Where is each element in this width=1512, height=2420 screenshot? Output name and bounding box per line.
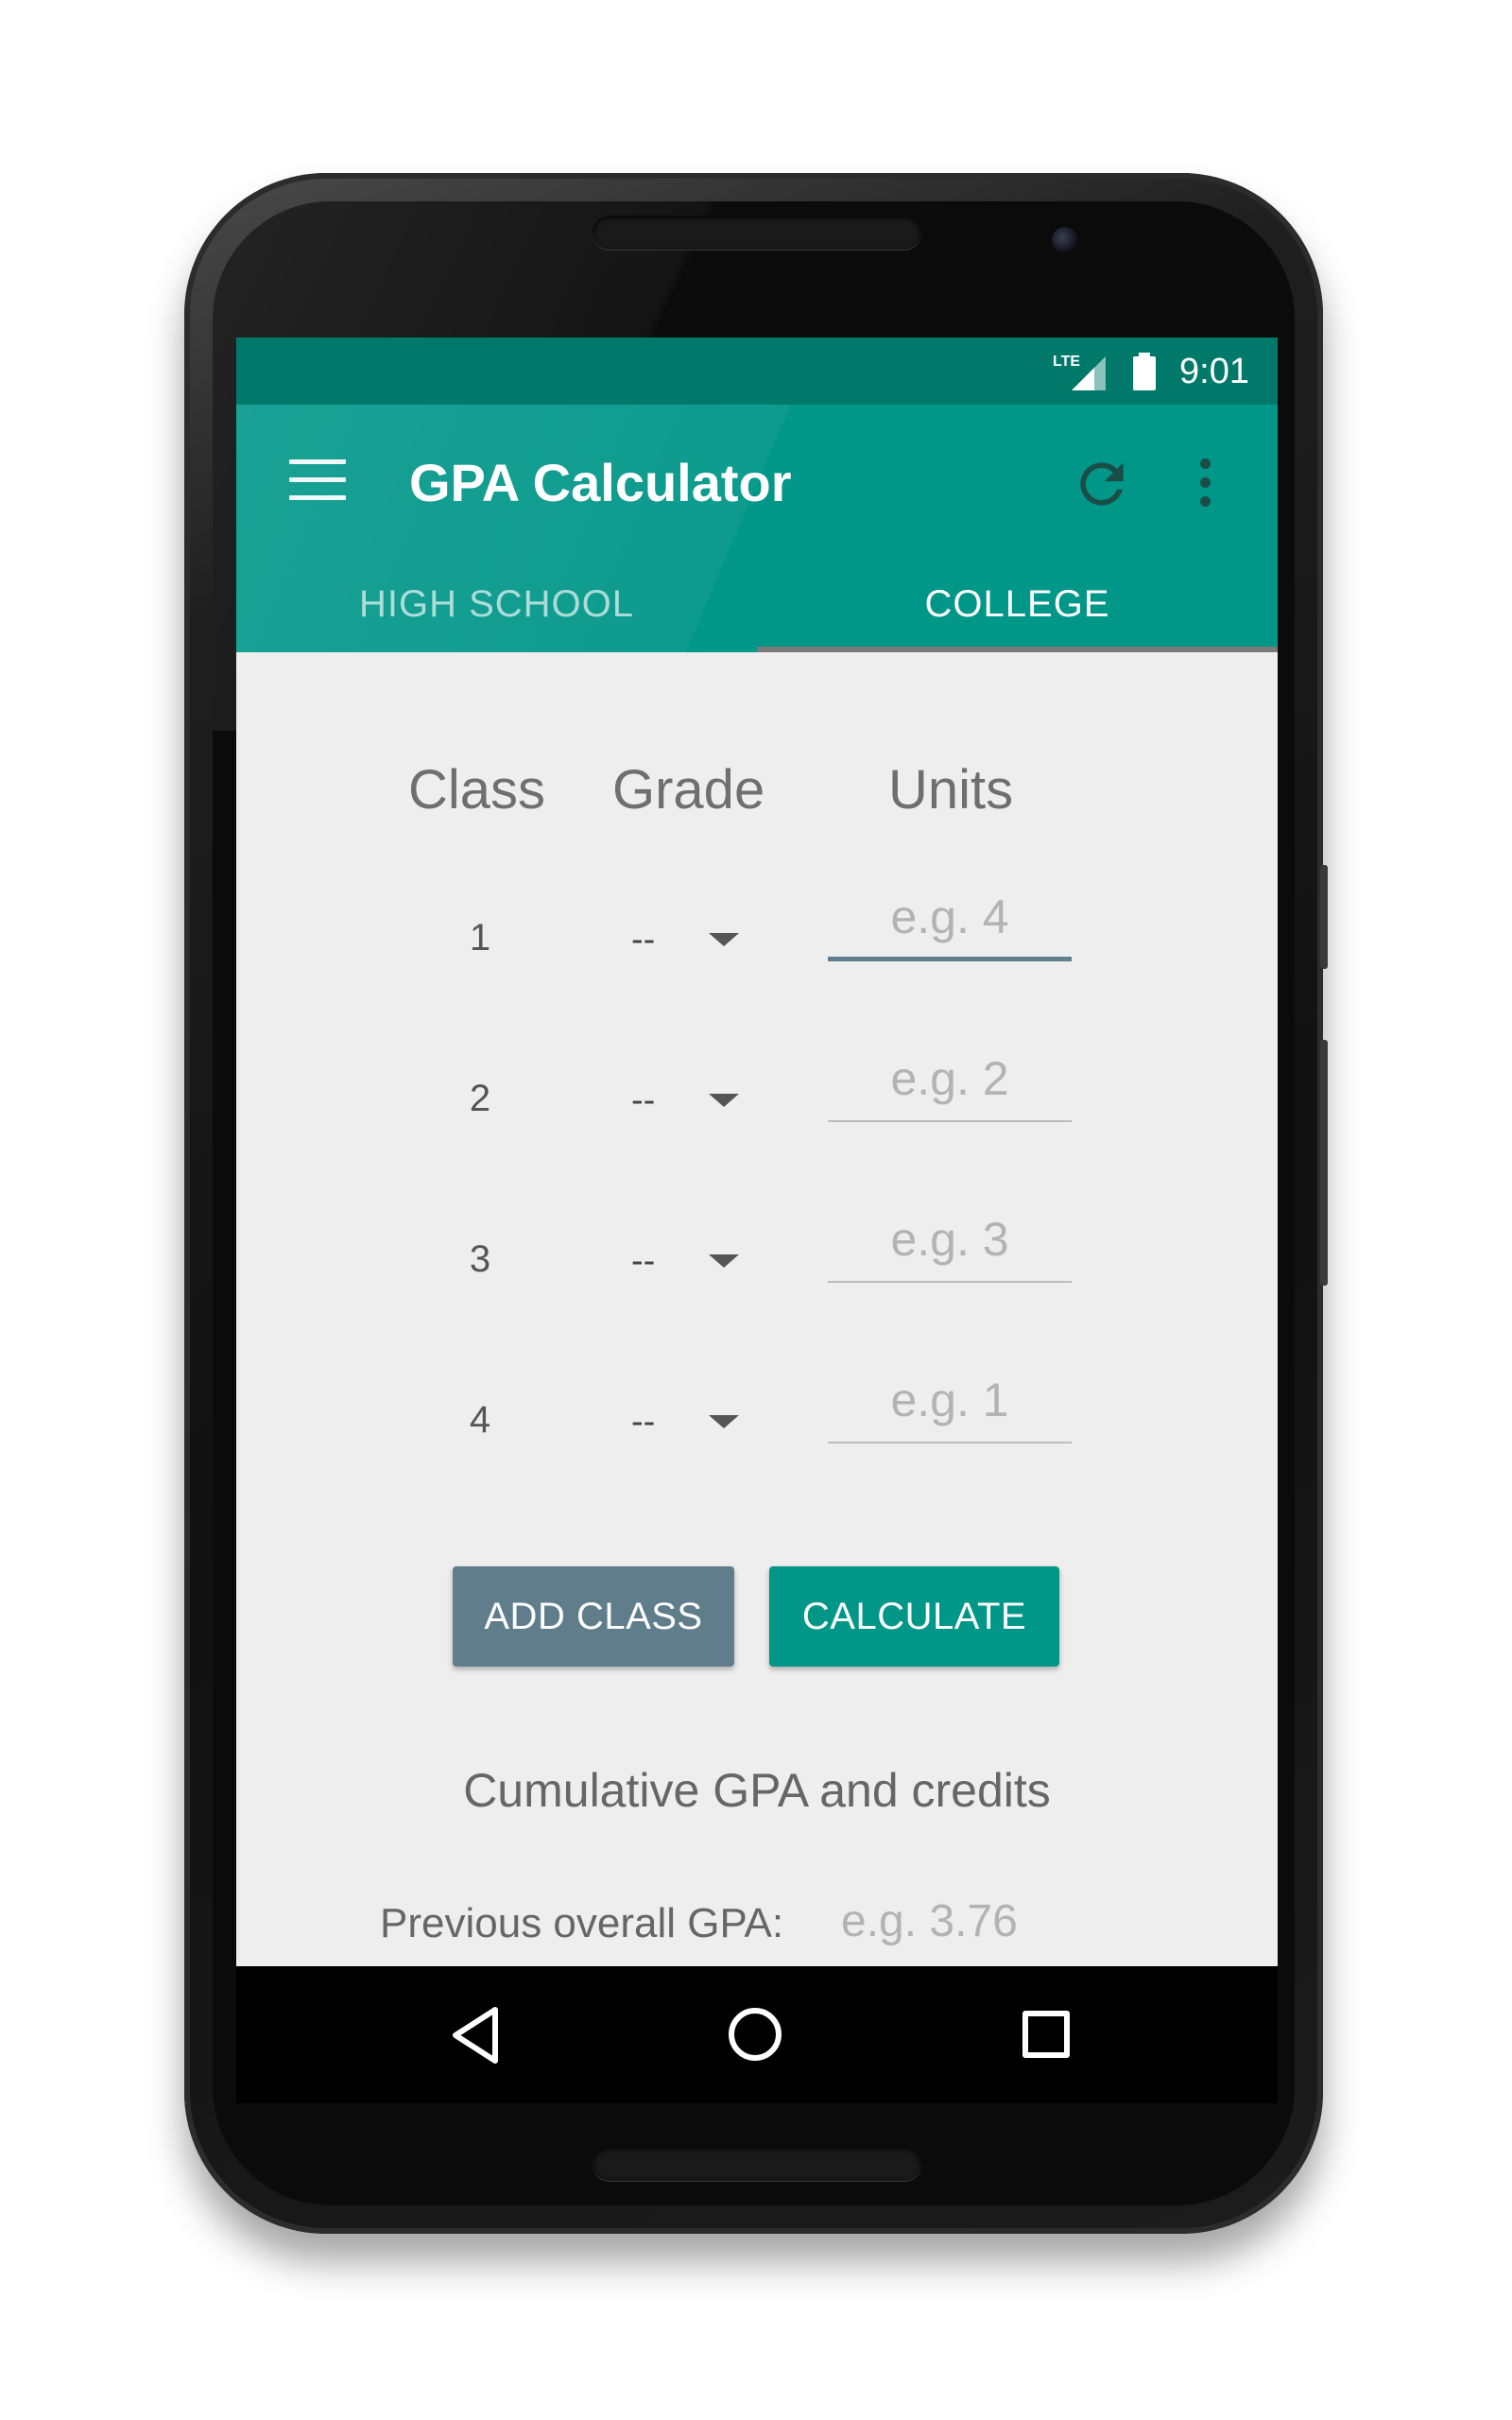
class-number: 4 <box>469 1399 491 1441</box>
app-screen: LTE 9:01 GPA Calculator HIGH SCHOOL COLL… <box>236 337 1278 1966</box>
home-circle-icon[interactable] <box>729 2008 782 2061</box>
dropdown-arrow-icon <box>709 1254 739 1268</box>
column-header-units: Units <box>888 759 1014 821</box>
tab-high-school[interactable]: HIGH SCHOOL <box>236 556 757 652</box>
grade-dropdown[interactable]: -- <box>631 1069 764 1135</box>
more-vert-icon[interactable] <box>1186 450 1224 516</box>
column-header-class: Class <box>408 759 546 821</box>
previous-gpa-input[interactable] <box>841 1888 1068 1954</box>
front-camera <box>1052 227 1078 253</box>
tab-college[interactable]: COLLEGE <box>757 556 1278 652</box>
refresh-icon[interactable] <box>1070 452 1134 516</box>
svg-text:LTE: LTE <box>1053 354 1080 370</box>
units-input[interactable] <box>828 1046 1072 1122</box>
units-input[interactable] <box>828 1368 1072 1443</box>
class-number: 3 <box>469 1238 491 1280</box>
lte-signal-icon: LTE <box>1053 354 1107 390</box>
app-bar: GPA Calculator <box>236 405 1278 556</box>
class-number: 2 <box>469 1078 491 1119</box>
volume-button <box>1320 865 1328 969</box>
back-triangle-icon[interactable] <box>444 2002 510 2068</box>
status-bar: LTE 9:01 <box>236 337 1278 405</box>
column-header-grade: Grade <box>612 759 765 821</box>
add-class-button[interactable]: ADD CLASS <box>453 1566 734 1667</box>
previous-gpa-label: Previous overall GPA: <box>380 1900 784 1946</box>
dropdown-arrow-icon <box>709 1415 739 1428</box>
battery-icon <box>1133 353 1157 390</box>
earpiece-speaker <box>593 216 921 250</box>
app-title: GPA Calculator <box>409 453 792 512</box>
calculate-button[interactable]: CALCULATE <box>769 1566 1059 1667</box>
tab-bar: HIGH SCHOOL COLLEGE <box>236 556 1278 652</box>
system-navigation-bar <box>236 1966 1278 2103</box>
grade-dropdown[interactable]: -- <box>631 1230 764 1296</box>
status-icons: LTE 9:01 <box>1053 351 1249 392</box>
recents-square-icon[interactable] <box>1022 2011 1070 2058</box>
grade-value: -- <box>631 1241 656 1281</box>
cumulative-section-title: Cumulative GPA and credits <box>463 1764 1051 1817</box>
units-input[interactable] <box>828 886 1072 961</box>
units-input[interactable] <box>828 1207 1072 1283</box>
class-number: 1 <box>469 917 491 959</box>
dropdown-arrow-icon <box>709 933 739 946</box>
grade-value: -- <box>631 1080 656 1120</box>
power-button <box>1320 1040 1328 1286</box>
bottom-speaker <box>593 2147 921 2181</box>
grade-dropdown[interactable]: -- <box>631 1391 764 1457</box>
status-time: 9:01 <box>1179 351 1249 391</box>
hamburger-menu-icon[interactable] <box>289 459 346 501</box>
grade-dropdown[interactable]: -- <box>631 908 764 975</box>
grade-value: -- <box>631 1402 656 1442</box>
grade-value: -- <box>631 920 656 959</box>
dropdown-arrow-icon <box>709 1094 739 1107</box>
